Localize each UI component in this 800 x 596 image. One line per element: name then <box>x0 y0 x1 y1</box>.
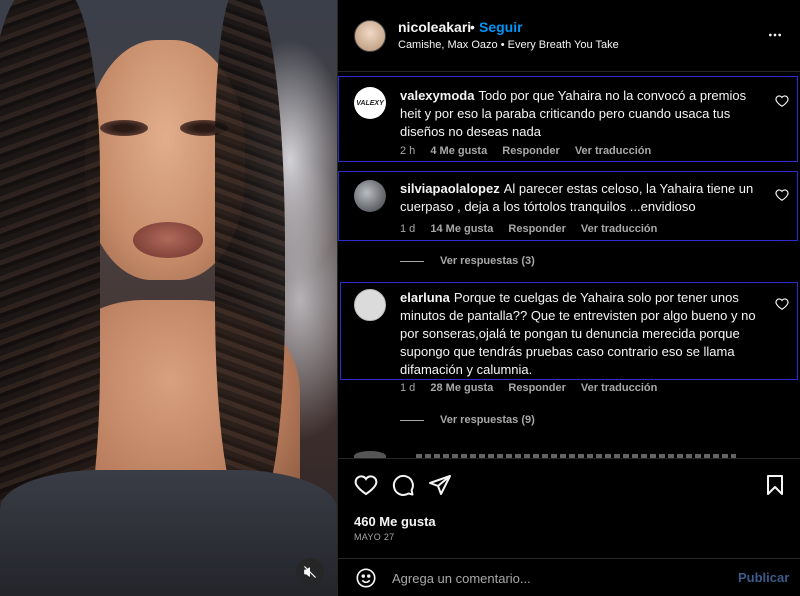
publish-button[interactable]: Publicar <box>738 570 789 585</box>
post-detail-panel: nicoleakari • Seguir Camishe, Max Oazo •… <box>337 0 800 596</box>
comment-text: silviapaolalopez Al parecer estas celoso,… <box>400 180 765 216</box>
view-replies-button[interactable]: Ver respuestas (9) <box>400 414 535 426</box>
author-avatar[interactable] <box>354 20 386 52</box>
bookmark-icon[interactable] <box>763 473 787 497</box>
share-icon[interactable] <box>428 473 452 497</box>
media-eye <box>100 120 148 136</box>
mute-button[interactable] <box>296 558 324 586</box>
commenter-avatar[interactable] <box>354 289 386 321</box>
replies-divider <box>400 419 424 421</box>
comment-icon[interactable] <box>391 473 415 497</box>
comment-time[interactable]: 1 d <box>400 223 415 235</box>
commenter-username[interactable]: silviapaolalopez <box>400 181 500 196</box>
view-replies-label: Ver respuestas (9) <box>440 414 535 426</box>
media-hair <box>215 0 285 510</box>
comments-list[interactable]: VALEXY valexymoda Todo por que Yahaira no… <box>338 73 800 458</box>
heart-icon[interactable] <box>775 297 789 311</box>
speaker-muted-icon <box>304 566 316 578</box>
comment-item: elarluna Porque te cuelgas de Yahaira sol… <box>338 282 800 442</box>
comment-likes[interactable]: 4 Me gusta <box>430 145 487 157</box>
author-username[interactable]: nicoleakari <box>398 19 471 35</box>
commenter-avatar[interactable] <box>354 180 386 212</box>
comment-text: valexymoda Todo por que Yahaira no la con… <box>400 87 765 141</box>
commenter-avatar[interactable]: VALEXY <box>354 87 386 119</box>
post-date[interactable]: MAYO 27 <box>354 532 394 542</box>
heart-icon[interactable] <box>775 188 789 202</box>
media-lips <box>133 222 203 258</box>
likes-count[interactable]: 460 Me gusta <box>354 514 436 529</box>
emoji-icon[interactable] <box>355 567 377 589</box>
commenter-username[interactable]: elarluna <box>400 290 450 305</box>
comment-meta: 1 d 14 Me gusta Responder Ver traducción <box>400 223 669 235</box>
comment-meta: 2 h 4 Me gusta Responder Ver traducción <box>400 145 663 157</box>
comment-text: elarluna Porque te cuelgas de Yahaira sol… <box>400 289 765 379</box>
reply-button[interactable]: Responder <box>502 145 559 157</box>
comment-likes[interactable]: 14 Me gusta <box>430 223 493 235</box>
comment-time[interactable]: 2 h <box>400 145 415 157</box>
media-garment <box>0 470 337 596</box>
comment-meta: 1 d 28 Me gusta Responder Ver traducción <box>400 382 669 394</box>
comment-input[interactable] <box>392 567 722 589</box>
comment-time[interactable]: 1 d <box>400 382 415 394</box>
more-horizontal-icon[interactable] <box>765 27 785 43</box>
header-separator: • <box>470 19 475 35</box>
comment-content: Porque te cuelgas de Yahaira solo por te… <box>400 290 756 377</box>
post-actions: 460 Me gusta MAYO 27 <box>338 458 800 568</box>
audio-attribution[interactable]: Camishe, Max Oazo • Every Breath You Tak… <box>398 39 619 51</box>
heart-icon[interactable] <box>775 94 789 108</box>
reply-button[interactable]: Responder <box>508 382 565 394</box>
avatar-logo-text: VALEXY <box>356 99 384 107</box>
comment-item: VALEXY valexymoda Todo por que Yahaira no… <box>338 73 800 163</box>
heart-icon[interactable] <box>354 473 378 497</box>
replies-divider <box>400 260 424 262</box>
translate-button[interactable]: Ver traducción <box>575 145 651 157</box>
comment-item-partial <box>354 451 386 458</box>
follow-button[interactable]: Seguir <box>479 19 523 35</box>
comment-item: silviapaolalopez Al parecer estas celoso,… <box>338 171 800 271</box>
translate-button[interactable]: Ver traducción <box>581 223 657 235</box>
post-media[interactable] <box>0 0 337 596</box>
view-replies-button[interactable]: Ver respuestas (3) <box>400 255 535 267</box>
commenter-username[interactable]: valexymoda <box>400 88 474 103</box>
translate-button[interactable]: Ver traducción <box>581 382 657 394</box>
view-replies-label: Ver respuestas (3) <box>440 255 535 267</box>
comment-likes[interactable]: 28 Me gusta <box>430 382 493 394</box>
post-header: nicoleakari • Seguir Camishe, Max Oazo •… <box>338 0 800 72</box>
add-comment-bar: Publicar <box>338 558 800 596</box>
reply-button[interactable]: Responder <box>508 223 565 235</box>
